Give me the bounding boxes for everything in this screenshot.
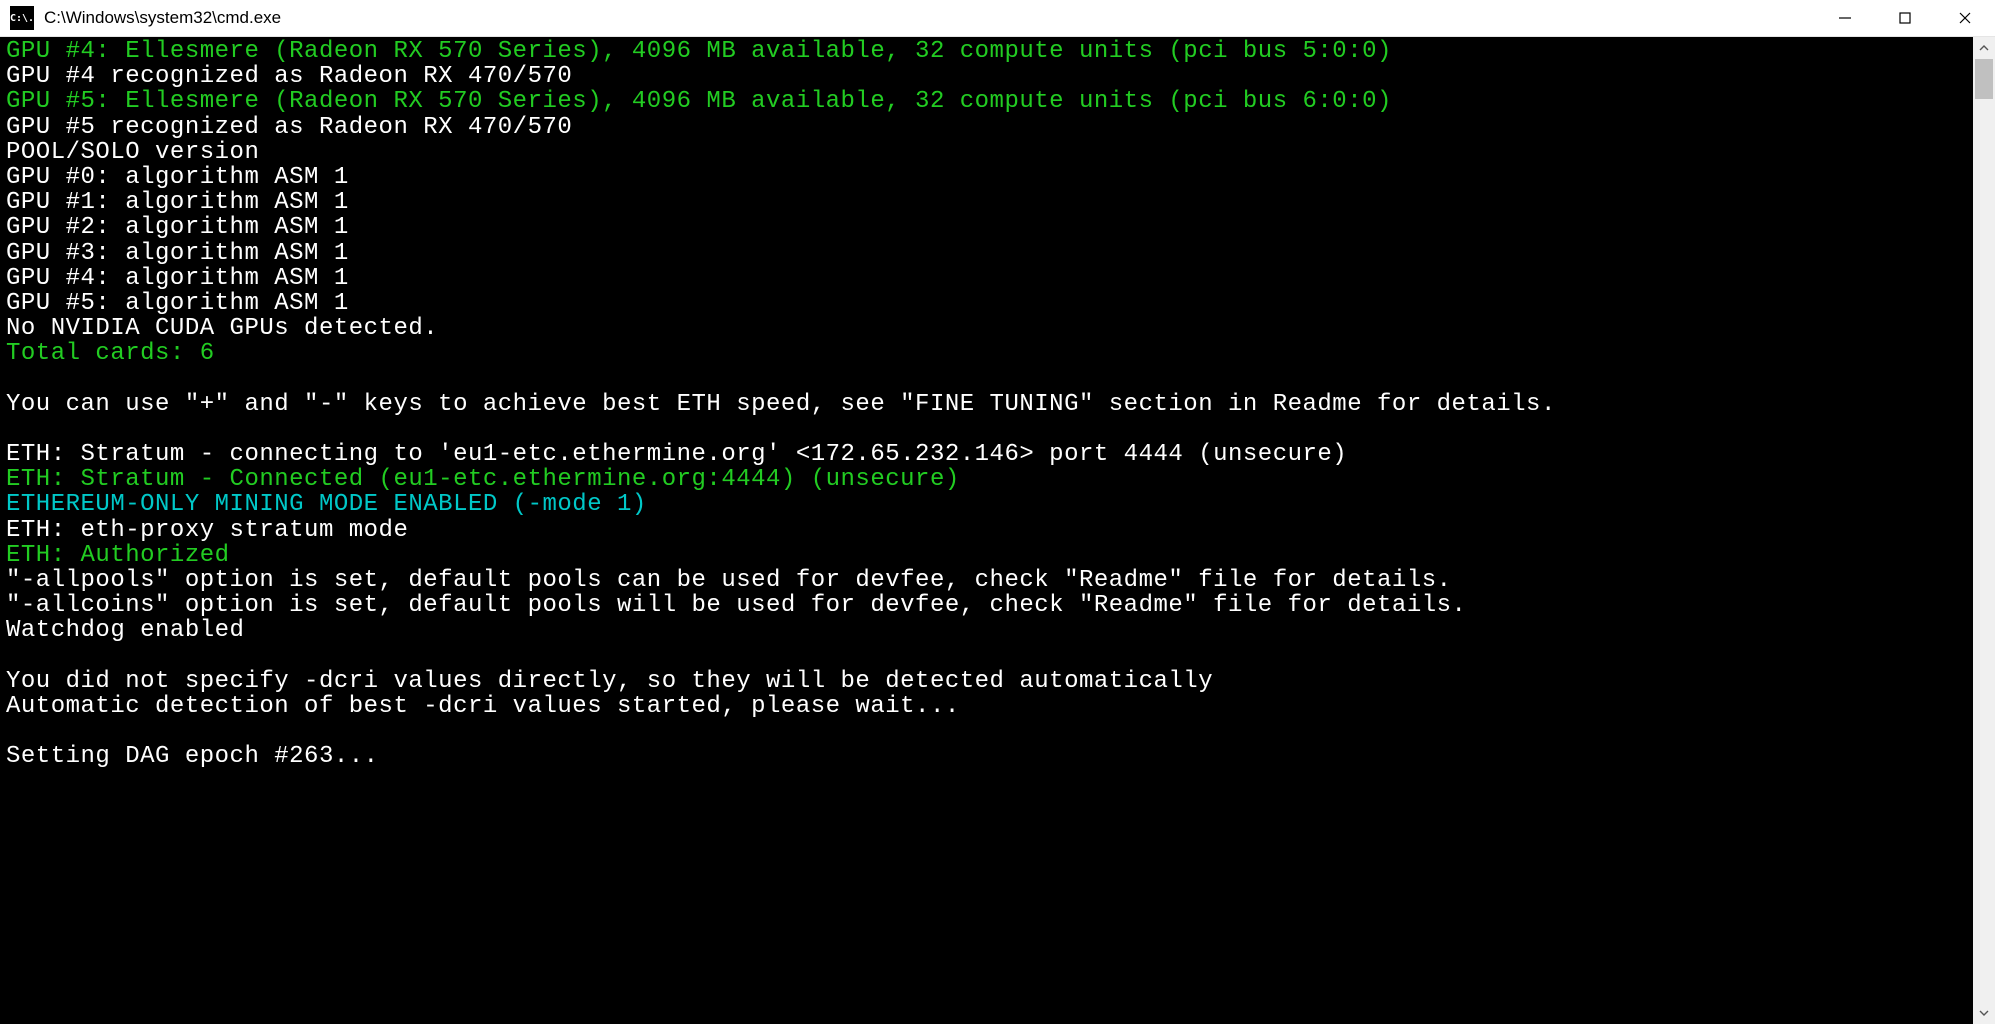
terminal-line: Setting DAG epoch #263... bbox=[6, 744, 1967, 769]
terminal-line: GPU #5: algorithm ASM 1 bbox=[6, 291, 1967, 316]
terminal-line: Automatic detection of best -dcri values… bbox=[6, 694, 1967, 719]
scroll-down-arrow[interactable] bbox=[1973, 1002, 1995, 1024]
scroll-thumb[interactable] bbox=[1975, 59, 1993, 99]
maximize-icon bbox=[1898, 11, 1912, 25]
terminal-line: ETH: Stratum - connecting to 'eu1-etc.et… bbox=[6, 442, 1967, 467]
terminal-line: GPU #0: algorithm ASM 1 bbox=[6, 165, 1967, 190]
terminal-line: GPU #4: algorithm ASM 1 bbox=[6, 266, 1967, 291]
window-controls bbox=[1815, 0, 1995, 36]
terminal-line: Watchdog enabled bbox=[6, 618, 1967, 643]
terminal-line: "-allcoins" option is set, default pools… bbox=[6, 593, 1967, 618]
terminal-line: ETHEREUM-ONLY MINING MODE ENABLED (-mode… bbox=[6, 492, 1967, 517]
terminal-area: GPU #4: Ellesmere (Radeon RX 570 Series)… bbox=[0, 37, 1995, 1024]
terminal-line: No NVIDIA CUDA GPUs detected. bbox=[6, 316, 1967, 341]
terminal-line bbox=[6, 417, 1967, 442]
terminal-line: GPU #2: algorithm ASM 1 bbox=[6, 215, 1967, 240]
terminal-line: ETH: Authorized bbox=[6, 543, 1967, 568]
terminal-line bbox=[6, 644, 1967, 669]
close-icon bbox=[1958, 11, 1972, 25]
terminal-line: GPU #1: algorithm ASM 1 bbox=[6, 190, 1967, 215]
terminal-line: Total cards: 6 bbox=[6, 341, 1967, 366]
terminal-line bbox=[6, 366, 1967, 391]
terminal-line: POOL/SOLO version bbox=[6, 140, 1967, 165]
chevron-up-icon bbox=[1979, 43, 1989, 53]
window-titlebar: C:\. C:\Windows\system32\cmd.exe bbox=[0, 0, 1995, 37]
terminal-line: GPU #4: Ellesmere (Radeon RX 570 Series)… bbox=[6, 39, 1967, 64]
terminal-line: "-allpools" option is set, default pools… bbox=[6, 568, 1967, 593]
vertical-scrollbar[interactable] bbox=[1973, 37, 1995, 1024]
window-title: C:\Windows\system32\cmd.exe bbox=[44, 8, 1815, 28]
minimize-button[interactable] bbox=[1815, 0, 1875, 36]
terminal-line: You can use "+" and "-" keys to achieve … bbox=[6, 392, 1967, 417]
terminal-line: GPU #5 recognized as Radeon RX 470/570 bbox=[6, 115, 1967, 140]
chevron-down-icon bbox=[1979, 1008, 1989, 1018]
minimize-icon bbox=[1838, 11, 1852, 25]
cmd-icon: C:\. bbox=[10, 6, 34, 30]
terminal-line: You did not specify -dcri values directl… bbox=[6, 669, 1967, 694]
scroll-track[interactable] bbox=[1973, 59, 1995, 1002]
terminal-line: GPU #5: Ellesmere (Radeon RX 570 Series)… bbox=[6, 89, 1967, 114]
close-button[interactable] bbox=[1935, 0, 1995, 36]
terminal-line: ETH: Stratum - Connected (eu1-etc.etherm… bbox=[6, 467, 1967, 492]
terminal-output[interactable]: GPU #4: Ellesmere (Radeon RX 570 Series)… bbox=[0, 37, 1973, 1024]
maximize-button[interactable] bbox=[1875, 0, 1935, 36]
terminal-line: GPU #3: algorithm ASM 1 bbox=[6, 241, 1967, 266]
terminal-line: ETH: eth-proxy stratum mode bbox=[6, 518, 1967, 543]
scroll-up-arrow[interactable] bbox=[1973, 37, 1995, 59]
terminal-line: GPU #4 recognized as Radeon RX 470/570 bbox=[6, 64, 1967, 89]
terminal-line bbox=[6, 719, 1967, 744]
